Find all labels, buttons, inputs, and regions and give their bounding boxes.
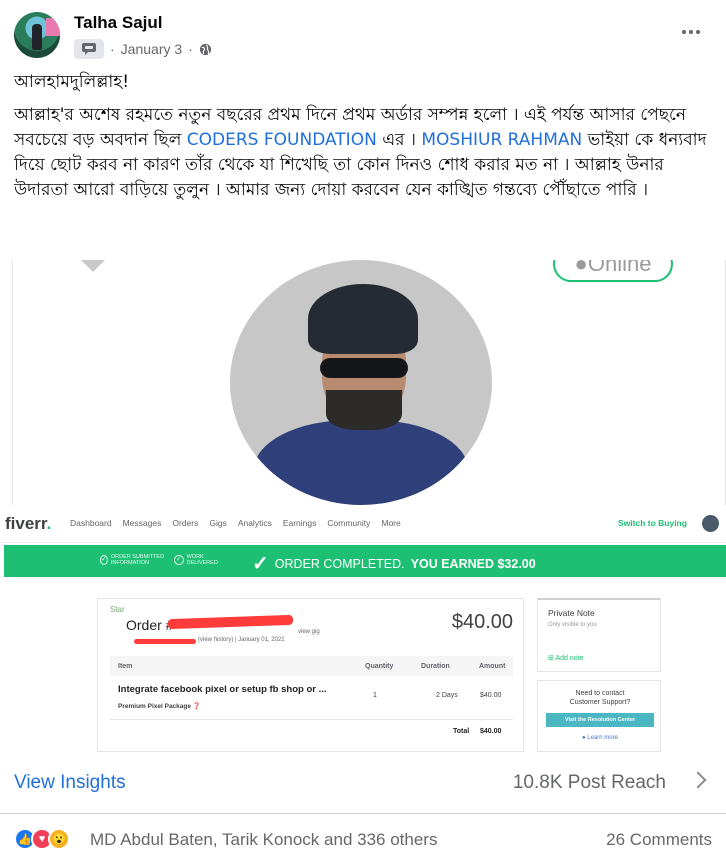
- item-amount: $40.00: [480, 692, 502, 699]
- th-quantity: Quantity: [365, 662, 394, 670]
- nav-messages: Messages: [122, 518, 162, 528]
- fiverr-screenshot: fiverr. Dashboard Messages Orders Gigs A…: [0, 505, 726, 752]
- coders-foundation-link[interactable]: CODERS FOUNDATION: [187, 130, 377, 150]
- nav-gigs: Gigs: [209, 518, 227, 528]
- chevron-right-icon[interactable]: [689, 771, 707, 789]
- post-meta: · January 3 ·: [74, 38, 212, 60]
- order-completed-text: ✓ ORDER COMPLETED. YOU EARNED $32.00: [252, 553, 536, 575]
- note-title: Private Note: [548, 608, 595, 618]
- item-title: Integrate facebook pixel or setup fb sho…: [118, 684, 327, 695]
- online-status-badge: ● Online: [553, 260, 673, 282]
- table-header: Item Quantity Duration Amount: [110, 656, 513, 676]
- redaction-mark: [167, 614, 294, 630]
- dropdown-chevron-icon: [81, 260, 105, 272]
- add-note-link: ⊞ Add note: [548, 655, 584, 662]
- order-completed-banner: ✓ ORDER SUBMITTED INFORMATION ✓ WORK DELIV…: [4, 545, 726, 577]
- insights-bar: View Insights 10.8K Post Reach: [0, 752, 726, 814]
- th-duration: Duration: [421, 662, 450, 670]
- support-text: Need to contact Customer Support?: [569, 690, 631, 706]
- meta-separator: ·: [188, 41, 193, 57]
- fiverr-nav: fiverr. Dashboard Messages Orders Gigs A…: [0, 505, 726, 543]
- support-panel: Need to contact Customer Support? Visit t…: [537, 680, 661, 752]
- nav-dashboard: Dashboard: [70, 518, 112, 528]
- order-subtitle: (view history) | January 01, 2021: [198, 637, 285, 643]
- step-delivered: ✓ WORK DELIVERED: [174, 554, 218, 566]
- step-submitted: ✓ ORDER SUBMITTED INFORMATION: [100, 554, 165, 566]
- comments-count[interactable]: 26 Comments: [606, 830, 712, 850]
- post-line-1: আলহামদুলিল্লাহ!: [14, 72, 130, 92]
- fiverr-nav-links: Dashboard Messages Orders Gigs Analytics…: [70, 518, 401, 528]
- check-icon: ✓: [252, 553, 269, 575]
- more-options-icon[interactable]: [678, 22, 704, 42]
- order-card: Star Order # view gig (view history) | J…: [97, 598, 524, 752]
- messenger-icon[interactable]: [74, 39, 104, 59]
- nav-earnings: Earnings: [282, 518, 317, 528]
- resolution-center-button: Visit the Resolution Center: [546, 713, 654, 727]
- star-label: Star: [110, 605, 125, 614]
- th-item: Item: [118, 662, 133, 670]
- private-note-panel: Private Note Only visible to you ⊞ Add n…: [537, 598, 661, 672]
- author-name[interactable]: Talha Sajul: [74, 13, 163, 33]
- order-table: Item Quantity Duration Amount Integrate …: [110, 656, 513, 742]
- post-paragraph: আল্লাহ'র অশেষ রহমতে নতুন বছরের প্রথম দিন…: [14, 103, 714, 203]
- view-gig-link: view gig: [298, 629, 320, 635]
- total-row: Total $40.00: [110, 720, 513, 742]
- view-insights-link[interactable]: View Insights: [14, 772, 126, 794]
- order-price: $40.00: [451, 611, 513, 633]
- nav-analytics: Analytics: [237, 518, 272, 528]
- meta-separator: ·: [110, 41, 115, 57]
- item-package: Premium Pixel Package ❓: [118, 703, 201, 710]
- reaction-names[interactable]: MD Abdul Baten, Tarik Konock and 336 oth…: [90, 830, 437, 850]
- nav-more: More: [381, 518, 401, 528]
- switch-to-buying: Switch to Buying: [618, 518, 687, 528]
- learn-more-link: ● Learn more: [582, 735, 618, 741]
- reaction-icons[interactable]: 👍 ♥ 😮: [14, 828, 70, 850]
- fiverr-avatar: [702, 515, 719, 532]
- order-number: Order #: [126, 617, 174, 633]
- post-text-part: এর ।: [376, 130, 422, 150]
- note-subtitle: Only visible to you: [548, 622, 597, 628]
- reactions-bar: 👍 ♥ 😮 MD Abdul Baten, Tarik Konock and 3…: [0, 814, 726, 861]
- table-row: Integrate facebook pixel or setup fb sho…: [110, 676, 513, 720]
- author-avatar[interactable]: [14, 12, 60, 58]
- moshiur-rahman-link[interactable]: MOSHIUR RAHMAN: [421, 130, 582, 150]
- post-text: আলহামদুলিল্লাহ! আল্লাহ'র অশেষ রহমতে নতুন…: [14, 70, 714, 211]
- item-duration: 2 Days: [436, 692, 458, 699]
- post-image[interactable]: ● Online fiverr. Dashboard Messages Orde…: [0, 260, 726, 752]
- globe-icon: [199, 43, 211, 55]
- item-qty: 1: [373, 692, 377, 699]
- nav-orders: Orders: [172, 518, 199, 528]
- redaction-mark: [134, 639, 196, 644]
- post-header: Talha Sajul · January 3 ·: [0, 0, 726, 70]
- total-value: $40.00: [480, 728, 502, 735]
- fiverr-logo: fiverr.: [5, 514, 52, 533]
- total-label: Total: [453, 728, 470, 735]
- nav-community: Community: [327, 518, 371, 528]
- profile-photo: [230, 260, 492, 505]
- online-label: Online: [587, 260, 652, 276]
- post-reach[interactable]: 10.8K Post Reach: [513, 772, 666, 794]
- th-amount: Amount: [479, 662, 506, 670]
- wow-icon: 😮: [48, 828, 70, 850]
- post-date[interactable]: January 3: [121, 41, 182, 57]
